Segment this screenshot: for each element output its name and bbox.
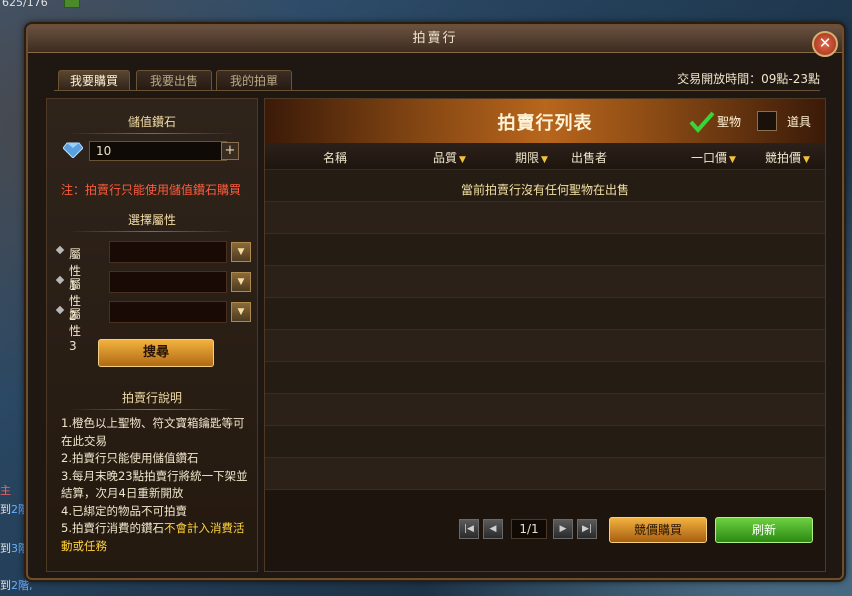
chevron-down-icon[interactable]: ▼ bbox=[231, 302, 251, 322]
table-row bbox=[265, 298, 825, 330]
search-button[interactable]: 搜尋 bbox=[98, 339, 214, 367]
next-page-icon[interactable]: ▶ bbox=[553, 519, 573, 539]
attr-select-1[interactable] bbox=[109, 241, 227, 263]
table-row bbox=[265, 394, 825, 426]
holy-checkbox[interactable] bbox=[689, 111, 715, 134]
item-checkbox[interactable] bbox=[757, 111, 777, 131]
table-row bbox=[265, 202, 825, 234]
tab-buy[interactable]: 我要購買 bbox=[58, 70, 130, 91]
list-banner: 拍賣行列表 聖物 道具 bbox=[265, 99, 825, 143]
table-row bbox=[265, 458, 825, 490]
trade-time: 交易開放時間：09點-23點 bbox=[677, 72, 820, 86]
col-bid[interactable]: 競拍價 ▼ bbox=[765, 149, 810, 166]
table-row bbox=[265, 362, 825, 394]
page-indicator: 1/1 bbox=[511, 519, 547, 539]
hud-counter: 625/176 bbox=[2, 0, 48, 9]
col-seller[interactable]: 出售者 bbox=[571, 149, 607, 166]
diamond-icon bbox=[63, 142, 83, 158]
help-line: 5.拍賣行消費的鑽石不會計入消費活動或任務 bbox=[61, 521, 245, 553]
side-note-1: 主 bbox=[0, 484, 11, 497]
table-row bbox=[265, 266, 825, 298]
help-line: 4.已綁定的物品不可拍賣 bbox=[61, 503, 187, 518]
col-expiry[interactable]: 期限 ▼ bbox=[515, 149, 548, 166]
help-heading: 拍賣行說明 bbox=[47, 389, 257, 410]
side-note-3: 到3階 bbox=[0, 542, 29, 555]
sort-arrow-icon: ▼ bbox=[459, 155, 466, 165]
close-icon[interactable]: ✕ bbox=[812, 31, 838, 57]
sort-arrow-icon: ▼ bbox=[541, 155, 548, 165]
bid-buy-button[interactable]: 競價購買 bbox=[609, 517, 707, 543]
tab-divider bbox=[54, 90, 820, 91]
col-name[interactable]: 名稱 bbox=[323, 149, 347, 166]
last-page-icon[interactable]: ▶| bbox=[577, 519, 597, 539]
auction-window: 拍賣行 ✕ 我要購買 我要出售 我的拍單 交易開放時間：09點-23點 儲值鑽石… bbox=[26, 24, 844, 580]
table-header: 名稱 品質 ▼ 期限 ▼ 出售者 一口價 ▼ 競拍價 ▼ bbox=[265, 143, 825, 170]
add-stone-button[interactable]: + bbox=[221, 142, 239, 160]
sort-arrow-icon: ▼ bbox=[803, 155, 810, 165]
window-title: 拍賣行 bbox=[28, 26, 842, 53]
filter-panel: 儲值鑽石 10 + 注：拍賣行只能使用儲值鑽石購買 選擇屬性 屬性1 ▼ 屬性2… bbox=[46, 98, 258, 572]
prev-page-icon[interactable]: ◀ bbox=[483, 519, 503, 539]
tab-my-bids[interactable]: 我的拍單 bbox=[216, 70, 292, 91]
sort-arrow-icon: ▼ bbox=[729, 155, 736, 165]
help-text: 1.橙色以上聖物、符文寶箱鑰匙等可在此交易 2.拍賣行只能使用儲值鑽石 3.每月… bbox=[61, 415, 251, 555]
bullet-icon bbox=[55, 305, 65, 315]
stone-heading: 儲值鑽石 bbox=[47, 113, 257, 134]
chevron-down-icon[interactable]: ▼ bbox=[231, 272, 251, 292]
empty-message: 當前拍賣行沒有任何聖物在出售 bbox=[460, 183, 629, 197]
side-note-4: 到2階, bbox=[0, 579, 33, 592]
chevron-down-icon[interactable]: ▼ bbox=[231, 242, 251, 262]
first-page-icon[interactable]: |◀ bbox=[459, 519, 479, 539]
help-line: 3.每月末晚23點拍賣行將統一下架並結算，次月4日重新開放 bbox=[61, 468, 248, 501]
check-icon bbox=[689, 111, 715, 134]
table-row bbox=[265, 426, 825, 458]
item-filter-label: 道具 bbox=[787, 115, 812, 129]
tab-sell[interactable]: 我要出售 bbox=[136, 70, 212, 91]
bullet-icon bbox=[55, 275, 65, 285]
attr-select-2[interactable] bbox=[109, 271, 227, 293]
help-line: 2.拍賣行只能使用儲值鑽石 bbox=[61, 451, 199, 465]
hud-badge[interactable] bbox=[64, 0, 80, 8]
refresh-button[interactable]: 刷新 bbox=[715, 517, 813, 543]
table-row bbox=[265, 330, 825, 362]
bullet-icon bbox=[55, 245, 65, 255]
stone-amount-field[interactable]: 10 bbox=[89, 141, 227, 161]
stone-note: 注：拍賣行只能使用儲值鑽石購買 bbox=[61, 183, 242, 197]
attr-select-3[interactable] bbox=[109, 301, 227, 323]
col-buyout[interactable]: 一口價 ▼ bbox=[691, 149, 736, 166]
col-quality[interactable]: 品質 ▼ bbox=[433, 149, 466, 166]
side-note-2: 到2階 bbox=[0, 503, 29, 516]
table-row bbox=[265, 234, 825, 266]
attr-heading: 選擇屬性 bbox=[47, 211, 257, 232]
attr-label: 屬性3 bbox=[69, 307, 82, 353]
auction-list-panel: 拍賣行列表 聖物 道具 名稱 品質▼ 期限▼ 出售者 一口價▼ 競拍價▼ bbox=[264, 98, 826, 572]
holy-filter-label: 聖物 bbox=[717, 115, 742, 129]
help-line: 1.橙色以上聖物、符文寶箱鑰匙等可在此交易 bbox=[61, 416, 245, 448]
